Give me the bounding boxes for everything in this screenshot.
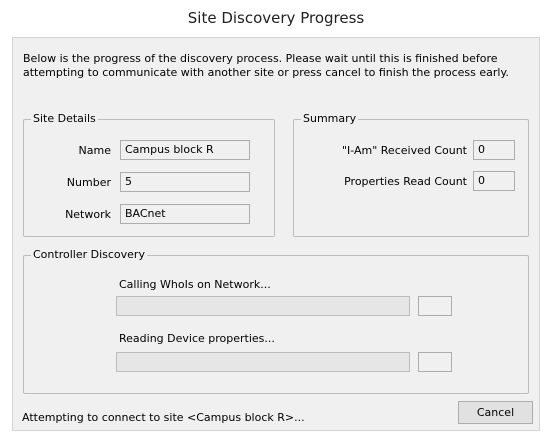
whois-label: Calling WhoIs on Network...	[119, 278, 271, 291]
whois-count-box	[418, 296, 452, 316]
summary-legend: Summary	[303, 112, 357, 125]
name-field: Campus block R	[120, 140, 250, 160]
reading-progress-bar	[116, 352, 410, 372]
dialog-title: Site Discovery Progress	[187, 9, 365, 27]
number-field: 5	[120, 172, 250, 192]
number-label: Number	[66, 176, 111, 189]
network-field: BACnet	[120, 204, 250, 224]
iam-count-label: "I-Am" Received Count	[341, 144, 467, 157]
properties-read-field: 0	[473, 171, 515, 191]
status-text: Attempting to connect to site <Campus bl…	[22, 411, 305, 424]
site-discovery-dialog: Site Discovery Progress Below is the pro…	[0, 0, 552, 440]
whois-progress-bar	[116, 296, 410, 316]
site-details-legend: Site Details	[33, 112, 96, 125]
reading-properties-label: Reading Device properties...	[119, 332, 275, 345]
iam-count-field: 0	[473, 140, 515, 160]
network-label: Network	[65, 208, 111, 221]
controller-discovery-group: Controller Discovery	[23, 249, 529, 394]
intro-text: Below is the progress of the discovery p…	[23, 52, 509, 79]
controller-discovery-legend: Controller Discovery	[33, 248, 145, 261]
dialog-body: Below is the progress of the discovery p…	[12, 37, 540, 431]
cancel-button[interactable]: Cancel	[458, 401, 533, 424]
properties-read-label: Properties Read Count	[344, 175, 467, 188]
reading-count-box	[418, 352, 452, 372]
name-label: Name	[78, 144, 111, 157]
